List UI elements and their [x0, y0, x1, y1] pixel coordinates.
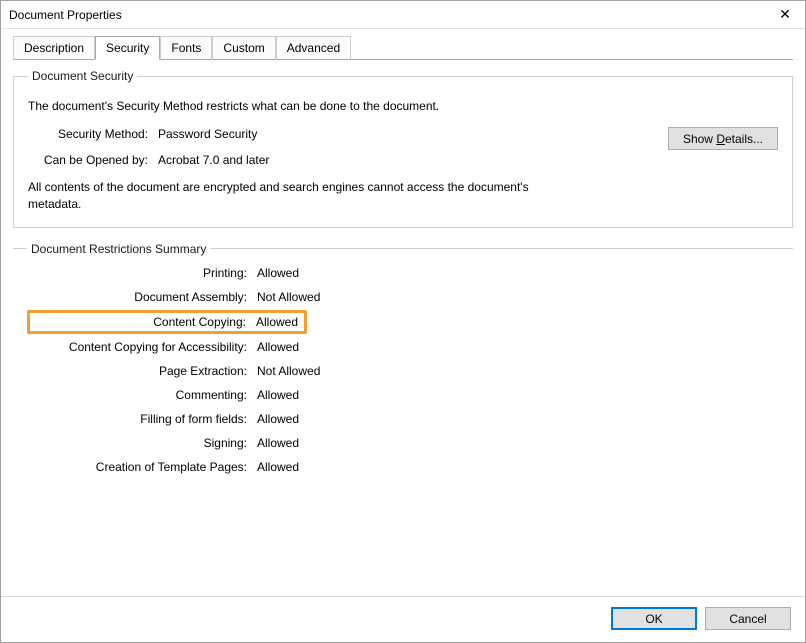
tab-advanced[interactable]: Advanced — [276, 36, 351, 60]
show-details-button[interactable]: Show Details... — [668, 127, 778, 150]
restrictions-legend: Document Restrictions Summary — [27, 242, 210, 256]
show-details-prefix: Show — [683, 132, 716, 146]
opened-by-label: Can be Opened by: — [28, 153, 158, 167]
show-details-suffix: etails... — [725, 132, 763, 146]
dialog-footer: OK Cancel — [1, 596, 805, 642]
restriction-label: Content Copying for Accessibility: — [27, 340, 257, 354]
cancel-button[interactable]: Cancel — [705, 607, 791, 630]
restriction-value: Allowed — [257, 436, 299, 450]
restriction-value: Allowed — [257, 340, 299, 354]
security-method-row: Security Method: Password Security — [28, 127, 778, 141]
restriction-value: Allowed — [257, 388, 299, 402]
show-details-underlined: D — [716, 132, 725, 146]
restriction-value: Not Allowed — [257, 364, 320, 378]
tabpanel-security: Document Security The document's Securit… — [13, 59, 793, 596]
restriction-highlight: Content Copying:Allowed — [27, 310, 307, 334]
restriction-label: Commenting: — [27, 388, 257, 402]
tab-custom[interactable]: Custom — [212, 36, 275, 60]
document-security-group: Document Security The document's Securit… — [13, 69, 793, 228]
restriction-label: Document Assembly: — [27, 290, 257, 304]
restriction-row: Commenting:Allowed — [27, 388, 779, 402]
restriction-value: Allowed — [257, 412, 299, 426]
tab-security[interactable]: Security — [95, 36, 160, 60]
restriction-row: Printing:Allowed — [27, 266, 779, 280]
restriction-row: Page Extraction:Not Allowed — [27, 364, 779, 378]
restriction-row: Document Assembly:Not Allowed — [27, 290, 779, 304]
close-icon[interactable]: ✕ — [765, 1, 805, 29]
restriction-label: Page Extraction: — [27, 364, 257, 378]
show-details-wrapper: Show Details... — [668, 127, 778, 150]
restriction-label: Content Copying: — [32, 315, 256, 329]
restrictions-group: Document Restrictions Summary Printing:A… — [13, 242, 793, 488]
document-security-legend: Document Security — [28, 69, 137, 83]
dialog-content: Description Security Fonts Custom Advanc… — [1, 29, 805, 596]
restriction-row: Signing:Allowed — [27, 436, 779, 450]
restriction-row: Content Copying:Allowed — [27, 314, 779, 330]
encryption-note: All contents of the document are encrypt… — [28, 179, 548, 213]
tab-description[interactable]: Description — [13, 36, 95, 60]
opened-by-row: Can be Opened by: Acrobat 7.0 and later — [28, 153, 778, 167]
restriction-row: Creation of Template Pages:Allowed — [27, 460, 779, 474]
restriction-value: Allowed — [257, 266, 299, 280]
restriction-row: Content Copying for Accessibility:Allowe… — [27, 340, 779, 354]
restriction-label: Printing: — [27, 266, 257, 280]
window-title: Document Properties — [9, 8, 765, 22]
tab-strip: Description Security Fonts Custom Advanc… — [13, 36, 793, 60]
restriction-label: Filling of form fields: — [27, 412, 257, 426]
security-description: The document's Security Method restricts… — [28, 99, 778, 113]
restriction-value: Allowed — [256, 315, 298, 329]
restriction-label: Creation of Template Pages: — [27, 460, 257, 474]
security-method-label: Security Method: — [28, 127, 158, 141]
ok-button[interactable]: OK — [611, 607, 697, 630]
restriction-row: Filling of form fields:Allowed — [27, 412, 779, 426]
opened-by-value: Acrobat 7.0 and later — [158, 153, 778, 167]
restriction-label: Signing: — [27, 436, 257, 450]
restriction-value: Allowed — [257, 460, 299, 474]
titlebar: Document Properties ✕ — [1, 1, 805, 29]
tab-fonts[interactable]: Fonts — [160, 36, 212, 60]
restriction-value: Not Allowed — [257, 290, 320, 304]
restrictions-list: Printing:AllowedDocument Assembly:Not Al… — [27, 266, 779, 474]
dialog-window: Document Properties ✕ Description Securi… — [0, 0, 806, 643]
